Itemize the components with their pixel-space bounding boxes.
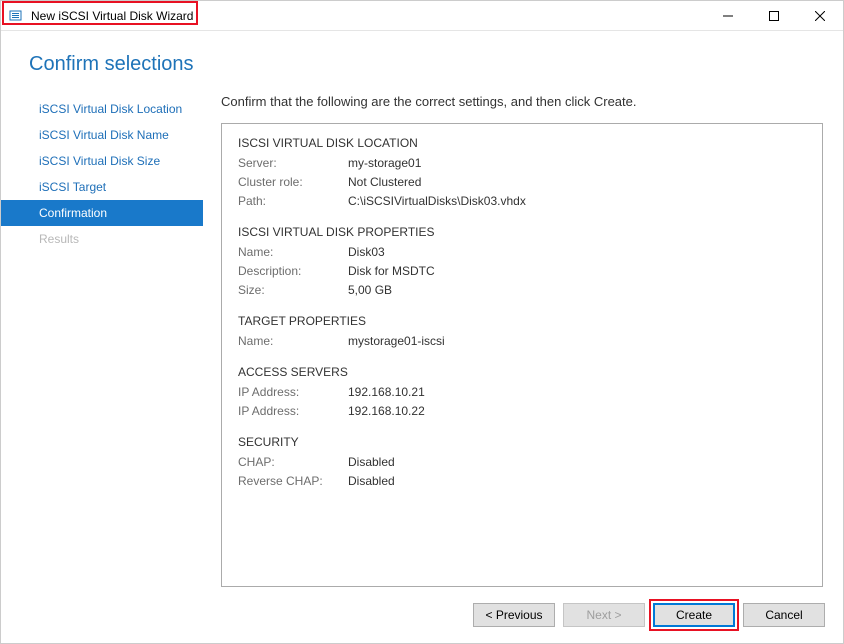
ip2-label: IP Address:: [238, 402, 348, 421]
ip2-value: 192.168.10.22: [348, 402, 425, 421]
diskname-value: Disk03: [348, 243, 385, 262]
section-properties-header: ISCSI VIRTUAL DISK PROPERTIES: [238, 225, 806, 239]
previous-button[interactable]: < Previous: [473, 603, 555, 627]
section-location-header: ISCSI VIRTUAL DISK LOCATION: [238, 136, 806, 150]
confirmation-details: ISCSI VIRTUAL DISK LOCATION Server:my-st…: [221, 123, 823, 587]
wizard-footer: < Previous Next > Create Cancel: [1, 587, 843, 643]
nav-results: Results: [1, 226, 203, 252]
targetname-label: Name:: [238, 332, 348, 351]
nav-location[interactable]: iSCSI Virtual Disk Location: [1, 96, 203, 122]
minimize-button[interactable]: [705, 1, 751, 31]
close-button[interactable]: [797, 1, 843, 31]
nav-name[interactable]: iSCSI Virtual Disk Name: [1, 122, 203, 148]
server-value: my-storage01: [348, 154, 421, 173]
size-label: Size:: [238, 281, 348, 300]
ip1-label: IP Address:: [238, 383, 348, 402]
server-label: Server:: [238, 154, 348, 173]
app-icon: [9, 8, 25, 24]
chap-value: Disabled: [348, 453, 395, 472]
wizard-nav: iSCSI Virtual Disk Location iSCSI Virtua…: [1, 94, 203, 587]
page-title: Confirm selections: [1, 31, 843, 94]
maximize-button[interactable]: [751, 1, 797, 31]
cancel-button[interactable]: Cancel: [743, 603, 825, 627]
chap-label: CHAP:: [238, 453, 348, 472]
path-label: Path:: [238, 192, 348, 211]
nav-confirmation[interactable]: Confirmation: [1, 200, 203, 226]
cluster-role-value: Not Clustered: [348, 173, 421, 192]
description-label: Description:: [238, 262, 348, 281]
nav-target[interactable]: iSCSI Target: [1, 174, 203, 200]
targetname-value: mystorage01-iscsi: [348, 332, 445, 351]
path-value: C:\iSCSIVirtualDisks\Disk03.vhdx: [348, 192, 526, 211]
diskname-label: Name:: [238, 243, 348, 262]
size-value: 5,00 GB: [348, 281, 392, 300]
description-value: Disk for MSDTC: [348, 262, 435, 281]
nav-size[interactable]: iSCSI Virtual Disk Size: [1, 148, 203, 174]
next-button: Next >: [563, 603, 645, 627]
rchap-value: Disabled: [348, 472, 395, 491]
titlebar: New iSCSI Virtual Disk Wizard: [1, 1, 843, 31]
instruction-text: Confirm that the following are the corre…: [221, 94, 823, 109]
cluster-role-label: Cluster role:: [238, 173, 348, 192]
section-access-header: ACCESS SERVERS: [238, 365, 806, 379]
rchap-label: Reverse CHAP:: [238, 472, 348, 491]
window-title: New iSCSI Virtual Disk Wizard: [31, 9, 193, 23]
section-target-header: TARGET PROPERTIES: [238, 314, 806, 328]
create-button[interactable]: Create: [653, 603, 735, 627]
ip1-value: 192.168.10.21: [348, 383, 425, 402]
section-security-header: SECURITY: [238, 435, 806, 449]
